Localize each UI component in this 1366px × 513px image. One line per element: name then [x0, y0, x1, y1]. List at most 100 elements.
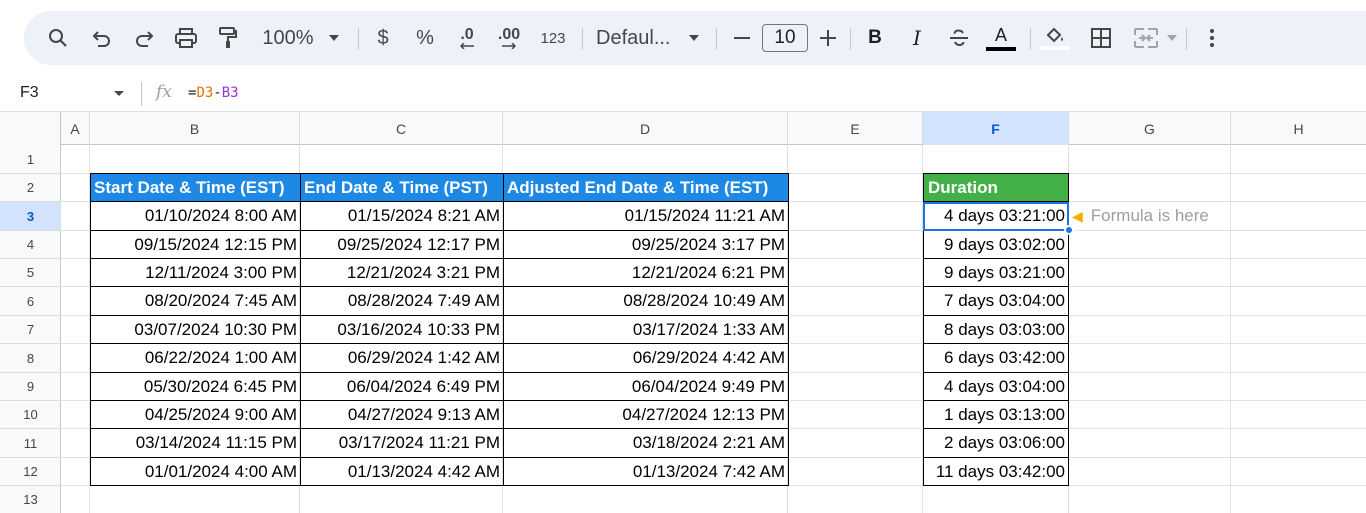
table-cell[interactable]: 06/29/2024 1:42 AM	[300, 343, 504, 373]
table-cell[interactable]: 12/21/2024 6:21 PM	[503, 258, 789, 287]
currency-format-button[interactable]: $	[368, 11, 398, 65]
increase-font-size-icon[interactable]	[814, 11, 842, 65]
merge-chevron-down-icon[interactable]	[1164, 11, 1180, 65]
header-cell-end[interactable]: End Date & Time (PST)	[300, 173, 504, 202]
formula-ref-2: B3	[221, 85, 239, 101]
row-header[interactable]: 2	[0, 174, 61, 202]
table-cell-duration[interactable]: 9 days 03:21:00	[923, 258, 1069, 287]
text-color-swatch	[986, 46, 1016, 51]
borders-icon[interactable]	[1086, 11, 1116, 65]
column-header-d[interactable]: D	[503, 112, 788, 145]
row-header[interactable]: 13	[0, 486, 61, 513]
table-cell[interactable]: 12/11/2024 3:00 PM	[90, 258, 301, 287]
table-cell[interactable]: 08/20/2024 7:45 AM	[90, 286, 301, 316]
column-header-b[interactable]: B	[90, 112, 300, 145]
percent-format-button[interactable]: %	[410, 11, 440, 65]
table-cell[interactable]: 09/25/2024 3:17 PM	[503, 230, 789, 259]
italic-button[interactable]: I	[902, 11, 932, 65]
row-header[interactable]: 8	[0, 344, 61, 373]
table-cell[interactable]: 01/01/2024 4:00 AM	[90, 457, 301, 486]
table-cell[interactable]: 09/25/2024 12:17 PM	[300, 230, 504, 259]
row-header[interactable]: 3	[0, 202, 61, 231]
zoom-select[interactable]: 100%	[256, 11, 320, 65]
table-cell[interactable]: 03/14/2024 11:15 PM	[90, 428, 301, 458]
table-cell[interactable]: 03/17/2024 11:21 PM	[300, 428, 504, 458]
name-box[interactable]: F3	[20, 84, 39, 102]
fill-handle[interactable]	[1064, 225, 1074, 235]
table-cell[interactable]: 08/28/2024 10:49 AM	[503, 286, 789, 316]
paint-format-icon[interactable]	[212, 11, 244, 65]
toolbar-area: 100% $ % .0 .00 123 Defaul... 10 B I A	[0, 0, 1366, 76]
more-options-icon[interactable]	[1198, 11, 1226, 65]
increase-decimal-button[interactable]: .00	[492, 11, 526, 65]
row-header[interactable]: 7	[0, 316, 61, 344]
row-header[interactable]: 6	[0, 287, 61, 316]
column-header-c[interactable]: C	[300, 112, 503, 145]
column-header-a[interactable]: A	[61, 112, 90, 145]
merge-cells-icon[interactable]	[1128, 11, 1164, 65]
column-header-g[interactable]: G	[1069, 112, 1231, 145]
table-cell[interactable]: 06/29/2024 4:42 AM	[503, 343, 789, 373]
row-header[interactable]: 11	[0, 429, 61, 458]
bold-button[interactable]: B	[860, 11, 890, 65]
table-cell-duration[interactable]: 6 days 03:42:00	[923, 343, 1069, 373]
zoom-chevron-down-icon[interactable]	[324, 11, 344, 65]
table-cell[interactable]: 03/07/2024 10:30 PM	[90, 315, 301, 344]
select-all-corner[interactable]	[0, 112, 61, 145]
text-color-button[interactable]: A	[984, 11, 1018, 65]
more-formats-button[interactable]: 123	[536, 11, 570, 65]
row-header[interactable]: 9	[0, 373, 61, 401]
header-cell-start[interactable]: Start Date & Time (EST)	[90, 173, 301, 202]
row-header[interactable]: 1	[0, 145, 61, 174]
table-cell[interactable]: 01/10/2024 8:00 AM	[90, 201, 301, 231]
font-chevron-down-icon[interactable]	[684, 11, 704, 65]
table-cell[interactable]: 03/17/2024 1:33 AM	[503, 315, 789, 344]
table-cell-duration[interactable]: 8 days 03:03:00	[923, 315, 1069, 344]
table-cell[interactable]: 03/16/2024 10:33 PM	[300, 315, 504, 344]
font-size-input[interactable]: 10	[762, 24, 808, 52]
table-cell-duration[interactable]: 1 days 03:13:00	[923, 400, 1069, 429]
header-cell-duration[interactable]: Duration	[923, 173, 1069, 202]
decrease-font-size-icon[interactable]	[728, 11, 756, 65]
table-cell[interactable]: 03/18/2024 2:21 AM	[503, 428, 789, 458]
table-cell-duration[interactable]: 4 days 03:21:00	[923, 201, 1069, 231]
table-cell[interactable]: 06/22/2024 1:00 AM	[90, 343, 301, 373]
table-cell-duration[interactable]: 4 days 03:04:00	[923, 372, 1069, 401]
table-cell[interactable]: 05/30/2024 6:45 PM	[90, 372, 301, 401]
font-family-select[interactable]: Defaul...	[596, 11, 672, 65]
strikethrough-icon[interactable]	[944, 11, 974, 65]
fill-color-button[interactable]	[1038, 11, 1072, 65]
table-cell[interactable]: 08/28/2024 7:49 AM	[300, 286, 504, 316]
table-cell-duration[interactable]: 11 days 03:42:00	[923, 457, 1069, 486]
search-menus-icon[interactable]	[42, 11, 74, 65]
table-cell-duration[interactable]: 2 days 03:06:00	[923, 428, 1069, 458]
row-header[interactable]: 12	[0, 458, 61, 486]
print-icon[interactable]	[170, 11, 202, 65]
redo-icon[interactable]	[128, 11, 160, 65]
table-cell-duration[interactable]: 9 days 03:02:00	[923, 230, 1069, 259]
table-cell[interactable]: 12/21/2024 3:21 PM	[300, 258, 504, 287]
header-cell-adjusted[interactable]: Adjusted End Date & Time (EST)	[503, 173, 789, 202]
table-cell[interactable]: 09/15/2024 12:15 PM	[90, 230, 301, 259]
row-header[interactable]: 10	[0, 401, 61, 429]
table-cell[interactable]: 01/15/2024 8:21 AM	[300, 201, 504, 231]
column-header-e[interactable]: E	[788, 112, 923, 145]
table-cell[interactable]: 04/27/2024 12:13 PM	[503, 400, 789, 429]
name-box-chevron-down-icon[interactable]	[114, 91, 124, 96]
table-cell[interactable]: 01/13/2024 7:42 AM	[503, 457, 789, 486]
column-header-f[interactable]: F	[923, 112, 1069, 145]
arrow-left-icon	[460, 43, 474, 49]
formula-input[interactable]: =D3-B3	[188, 85, 239, 101]
decrease-decimal-button[interactable]: .0	[450, 11, 484, 65]
table-cell[interactable]: 01/13/2024 4:42 AM	[300, 457, 504, 486]
table-cell-duration[interactable]: 7 days 03:04:00	[923, 286, 1069, 316]
table-cell[interactable]: 04/27/2024 9:13 AM	[300, 400, 504, 429]
row-header[interactable]: 4	[0, 231, 61, 259]
table-cell[interactable]: 06/04/2024 9:49 PM	[503, 372, 789, 401]
undo-icon[interactable]	[86, 11, 118, 65]
row-header[interactable]: 5	[0, 259, 61, 287]
table-cell[interactable]: 04/25/2024 9:00 AM	[90, 400, 301, 429]
table-cell[interactable]: 06/04/2024 6:49 PM	[300, 372, 504, 401]
table-cell[interactable]: 01/15/2024 11:21 AM	[503, 201, 789, 231]
column-header-h[interactable]: H	[1231, 112, 1366, 145]
